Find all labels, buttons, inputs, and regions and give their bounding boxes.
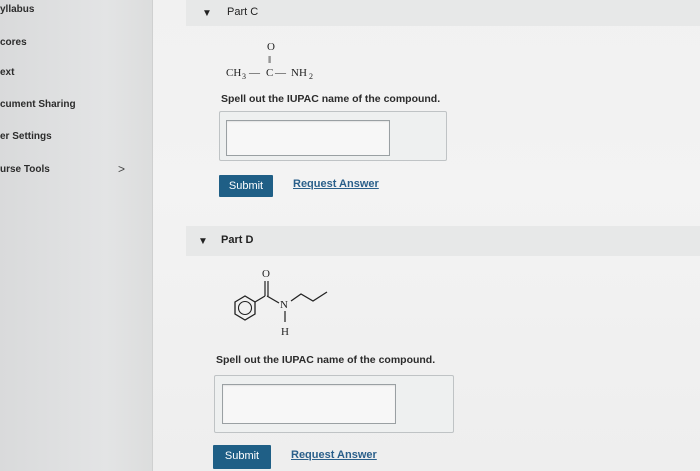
- caret-down-icon[interactable]: ▼: [202, 8, 212, 19]
- aromatic-circle: [237, 300, 253, 316]
- bond-left: —: [248, 67, 261, 79]
- amide-bond: [266, 295, 280, 304]
- part-d-request-answer-link[interactable]: Request Answer: [291, 449, 377, 461]
- part-d-title: Part D: [221, 234, 254, 246]
- sidebar-item-syllabus[interactable]: yllabus: [0, 4, 34, 15]
- part-d-submit-button[interactable]: Submit: [213, 445, 271, 469]
- nh2-label: NH: [291, 67, 307, 79]
- part-c-request-answer-link[interactable]: Request Answer: [293, 178, 379, 190]
- ring-carbonyl-bond: [254, 295, 266, 303]
- part-c-title: Part C: [227, 6, 259, 18]
- part-d-answer-input[interactable]: [222, 384, 396, 424]
- hydrogen-label: H: [281, 326, 289, 338]
- main-content: ▼ Part C O ‖ CH 3 — C — NH 2 Spell out t…: [153, 0, 700, 471]
- sidebar-item-etext[interactable]: ext: [0, 67, 14, 78]
- carbonyl-oxygen-label: O: [262, 268, 270, 280]
- double-bond: ‖: [268, 54, 271, 66]
- nh2-subscript: 2: [309, 72, 313, 81]
- chevron-right-icon[interactable]: >: [118, 162, 125, 176]
- sidebar-item-scores[interactable]: cores: [0, 37, 27, 48]
- nitrogen-label: N: [280, 299, 288, 311]
- sidebar-item-user-settings[interactable]: er Settings: [0, 131, 52, 142]
- part-c-prompt: Spell out the IUPAC name of the compound…: [221, 93, 441, 105]
- part-c-header[interactable]: ▼ Part C: [186, 0, 700, 26]
- part-c-submit-button[interactable]: Submit: [219, 175, 273, 197]
- part-d-header[interactable]: ▼ Part D: [186, 226, 700, 256]
- sidebar-item-document-sharing[interactable]: cument Sharing: [0, 99, 76, 110]
- acetamide-structure: O ‖ CH 3 — C — NH 2: [226, 41, 313, 81]
- oxygen-label: O: [267, 41, 275, 53]
- part-c-answer-container: [219, 111, 447, 161]
- carbon-label: C: [266, 67, 273, 79]
- n-propylbenzamide-structure: O N H: [234, 268, 328, 338]
- ch3-subscript: 3: [242, 72, 246, 81]
- part-d-prompt: Spell out the IUPAC name of the compound…: [216, 354, 436, 366]
- course-sidebar: yllabus cores ext cument Sharing er Sett…: [0, 0, 153, 471]
- sidebar-item-course-tools[interactable]: urse Tools: [0, 164, 50, 175]
- part-d-answer-container: [214, 375, 454, 433]
- bond-right: —: [274, 67, 287, 79]
- propyl-chain: [290, 291, 328, 302]
- ch3-label: CH: [226, 67, 241, 79]
- part-c-answer-input[interactable]: [226, 120, 390, 156]
- caret-down-icon[interactable]: ▼: [198, 236, 208, 247]
